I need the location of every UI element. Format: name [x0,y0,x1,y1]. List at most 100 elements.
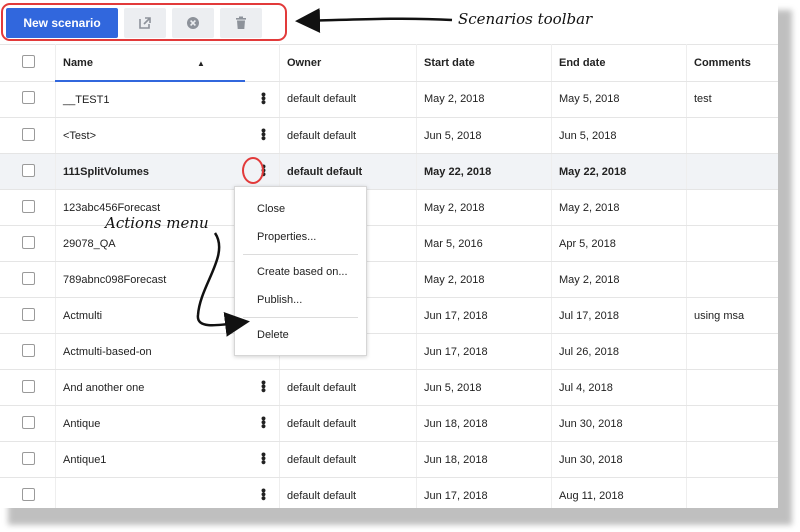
scenario-start-date: Jun 5, 2018 [416,117,552,154]
actions-menu: Close Properties... Create based on... P… [234,186,367,356]
column-header-comments[interactable]: Comments [686,44,778,82]
menu-item-create-based-on[interactable]: Create based on... [235,258,366,286]
scenario-owner: default default [279,477,417,508]
scenario-end-date: Jul 17, 2018 [551,297,687,334]
scenario-owner: default default [279,81,417,118]
scenario-name[interactable]: And another one [55,369,245,406]
row-actions-cell: ••• [245,369,280,406]
close-scenario-button[interactable] [172,8,214,38]
table-row[interactable]: __TEST1 ••• default default May 2, 2018 May … [0,81,778,118]
row-checkbox-cell [0,261,56,298]
scenario-start-date: May 2, 2018 [416,189,552,226]
more-vertical-icon[interactable]: ••• [256,128,272,140]
export-button[interactable] [124,8,166,38]
scenario-name[interactable]: Antique1 [55,441,245,478]
table-row[interactable]: Actmulti Jun 17, 2018 Jul 17, 2018 using ms… [0,297,778,334]
column-header-actions [245,44,280,82]
scenario-owner: default default [279,369,417,406]
scenario-end-date: Jun 30, 2018 [551,441,687,478]
row-checkbox-cell [0,81,56,118]
row-checkbox[interactable] [22,415,35,429]
select-all-checkbox[interactable] [22,54,35,68]
row-checkbox[interactable] [22,127,35,141]
table-row[interactable]: 111SplitVolumes ••• default default May 22,… [0,153,778,190]
scenario-start-date: Jun 5, 2018 [416,369,552,406]
column-header-owner[interactable]: Owner [279,44,417,82]
row-checkbox-cell [0,225,56,262]
row-checkbox-cell [0,405,56,442]
scenario-owner: default default [279,153,417,190]
more-vertical-icon[interactable]: ••• [256,452,272,464]
scenario-comments [686,477,778,508]
row-checkbox[interactable] [22,307,35,321]
close-circle-icon [187,17,199,29]
toolbar-callout-arrow [295,8,453,34]
scenario-end-date: Apr 5, 2018 [551,225,687,262]
row-checkbox[interactable] [22,271,35,285]
row-checkbox[interactable] [22,163,35,177]
delete-scenario-button[interactable] [220,8,262,38]
column-header-end-date[interactable]: End date [551,44,687,82]
more-vertical-icon[interactable]: ••• [256,92,272,104]
more-vertical-icon[interactable]: ••• [256,380,272,392]
row-checkbox[interactable] [22,487,35,501]
scenario-start-date: Mar 5, 2016 [416,225,552,262]
row-checkbox[interactable] [22,451,35,465]
scenario-end-date: Jul 4, 2018 [551,369,687,406]
sort-ascending-icon[interactable]: ▲ [197,59,205,68]
table-row[interactable]: Antique1 ••• default default Jun 18, 2018 Ju… [0,441,778,478]
column-header-name[interactable]: Name ▲ [55,44,245,82]
row-checkbox-cell [0,441,56,478]
scenario-comments [686,117,778,154]
row-checkbox[interactable] [22,343,35,357]
row-checkbox-cell [0,297,56,334]
new-scenario-button[interactable]: New scenario [6,8,118,38]
row-checkbox[interactable] [22,379,35,393]
row-checkbox[interactable] [22,199,35,213]
scenario-end-date: Jul 26, 2018 [551,333,687,370]
menu-item-properties[interactable]: Properties... [235,223,366,251]
row-checkbox-cell [0,477,56,508]
menu-item-delete[interactable]: Delete [235,321,366,349]
row-checkbox-cell [0,153,56,190]
scenario-start-date: Jun 17, 2018 [416,333,552,370]
table-row[interactable]: Actmulti-based-on Jun 17, 2018 Jul 26, 201… [0,333,778,370]
scenario-name[interactable]: Actmulti-based-on [55,333,245,370]
menu-item-publish[interactable]: Publish... [235,286,366,314]
scenario-owner: default default [279,117,417,154]
scenario-name[interactable]: Antique [55,405,245,442]
column-header-start-date[interactable]: Start date [416,44,552,82]
scenario-name[interactable]: 789abnc098Forecast [55,261,245,298]
row-actions-cell: ••• [245,405,280,442]
table-row[interactable]: And another one ••• default default Jun 5, … [0,369,778,406]
scenario-comments [686,333,778,370]
scenario-name[interactable]: 111SplitVolumes [55,153,245,190]
menu-separator [243,317,358,318]
scenario-end-date: May 2, 2018 [551,189,687,226]
scenario-name[interactable]: __TEST1 [55,81,245,118]
select-all-cell [0,44,56,82]
scenario-name[interactable]: Actmulti [55,297,245,334]
scenario-owner: default default [279,441,417,478]
more-vertical-icon[interactable]: ••• [256,488,272,500]
scenario-comments: using msa [686,297,778,334]
scenarios-table: Name ▲ Owner Start date End date Comments… [0,44,778,508]
row-checkbox[interactable] [22,91,35,105]
scenario-name[interactable]: <Test> [55,117,245,154]
table-row[interactable]: 789abnc098Forecast May 2, 2018 May 2, 2018 [0,261,778,298]
row-checkbox[interactable] [22,235,35,249]
row-actions-cell: ••• [245,81,280,118]
scenario-end-date: Jun 30, 2018 [551,405,687,442]
row-actions-cell: ••• [245,441,280,478]
scenario-start-date: Jun 18, 2018 [416,405,552,442]
table-row[interactable]: ••• default default Jun 17, 2018 Aug 11, 20… [0,477,778,508]
actions-callout-label: Actions menu [105,214,209,232]
scenario-comments [686,261,778,298]
more-vertical-icon[interactable]: ••• [256,416,272,428]
scenario-comments [686,153,778,190]
table-row[interactable]: <Test> ••• default default Jun 5, 2018 Jun 5… [0,117,778,154]
actions-button-highlight [242,157,264,184]
scenario-name[interactable] [55,477,245,508]
menu-item-close[interactable]: Close [235,195,366,223]
table-row[interactable]: Antique ••• default default Jun 18, 2018 Jun… [0,405,778,442]
